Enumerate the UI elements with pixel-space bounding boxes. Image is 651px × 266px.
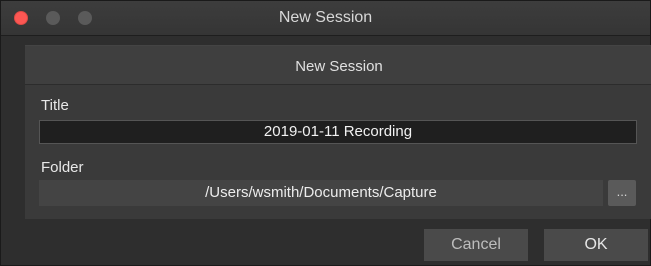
window-title: New Session	[278, 9, 373, 26]
title-label: Title	[41, 97, 69, 114]
new-session-panel: New Session Title 2019-01-11 Recording F…	[25, 45, 651, 219]
new-session-window: New Session New Session Title 2019-01-11…	[0, 0, 651, 266]
folder-path-field[interactable]: /Users/wsmith/Documents/Capture	[39, 180, 603, 206]
ok-button[interactable]: OK	[544, 229, 648, 261]
browse-folder-button[interactable]: ...	[608, 180, 636, 206]
panel-header: New Session	[25, 46, 651, 85]
folder-label: Folder	[41, 159, 84, 176]
title-input[interactable]: 2019-01-11 Recording	[39, 120, 637, 144]
panel-title: New Session	[295, 58, 383, 75]
title-bar: New Session	[1, 1, 650, 36]
cancel-button[interactable]: Cancel	[424, 229, 528, 261]
